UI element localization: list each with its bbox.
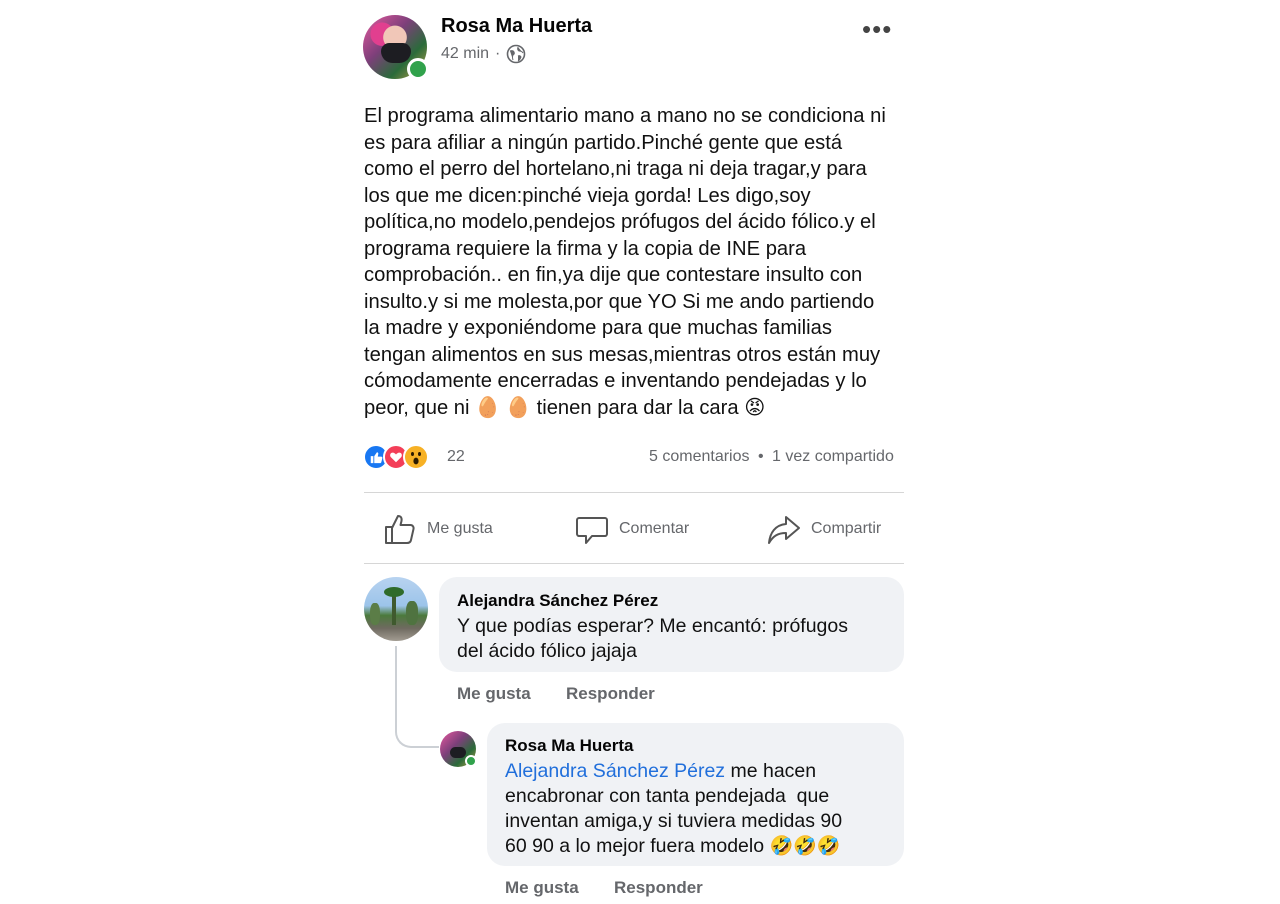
- engagement-counts: 5 comentarios • 1 vez compartido: [649, 448, 894, 466]
- wow-reaction-icon: [403, 444, 429, 470]
- counts-separator: •: [757, 448, 764, 465]
- share-icon: [768, 516, 800, 544]
- post-meta: 42 min ·: [441, 44, 526, 64]
- post-body-text: El programa alimentario mano a mano no s…: [364, 105, 886, 419]
- reply-author[interactable]: Rosa Ma Huerta: [505, 736, 633, 756]
- comment-button[interactable]: Comentar: [575, 510, 689, 548]
- reply-bubble[interactable]: Rosa Ma Huerta Alejandra Sánchez Pérez m…: [487, 723, 904, 866]
- post-author-name[interactable]: Rosa Ma Huerta: [441, 15, 592, 38]
- reactions-summary[interactable]: [363, 444, 429, 470]
- share-button[interactable]: Compartir: [767, 510, 881, 548]
- comment-bubble[interactable]: Alejandra Sánchez Pérez Y que podías esp…: [439, 577, 904, 672]
- commenter-avatar[interactable]: [364, 577, 428, 641]
- like-button[interactable]: Me gusta: [383, 510, 493, 548]
- share-label: Compartir: [811, 520, 882, 537]
- comment-reply-button[interactable]: Responder: [566, 684, 655, 704]
- reply-text-line1: me hacen: [725, 760, 817, 782]
- reply-text: Alejandra Sánchez Pérez me hacen encabro…: [505, 759, 895, 859]
- thumbs-up-icon: [385, 515, 415, 544]
- comment-label: Comentar: [619, 520, 690, 537]
- reply-like-button[interactable]: Me gusta: [505, 878, 579, 898]
- comment-text: Y que podías esperar? Me encantó: prófug…: [457, 615, 848, 662]
- comment-author[interactable]: Alejandra Sánchez Pérez: [457, 591, 658, 611]
- globe-icon: [507, 44, 526, 64]
- reaction-count[interactable]: 22: [447, 448, 465, 466]
- laughing-emoji: 🤣🤣🤣: [769, 835, 841, 857]
- divider: [364, 492, 904, 493]
- like-label: Me gusta: [427, 520, 493, 537]
- comments-count[interactable]: 5 comentarios: [649, 448, 750, 465]
- shares-count[interactable]: 1 vez compartido: [772, 448, 894, 465]
- reply-thread-line: [395, 646, 439, 748]
- online-status-dot: [465, 755, 477, 767]
- post-time[interactable]: 42 min: [441, 45, 489, 63]
- reply-mention-link[interactable]: Alejandra Sánchez Pérez: [505, 760, 725, 782]
- divider: [364, 563, 904, 564]
- more-options-button[interactable]: •••: [862, 14, 892, 45]
- comment-icon: [576, 517, 608, 544]
- meta-separator: ·: [495, 45, 501, 62]
- online-status-dot: [407, 58, 429, 80]
- comment-like-button[interactable]: Me gusta: [457, 684, 531, 704]
- reply-reply-button[interactable]: Responder: [614, 878, 703, 898]
